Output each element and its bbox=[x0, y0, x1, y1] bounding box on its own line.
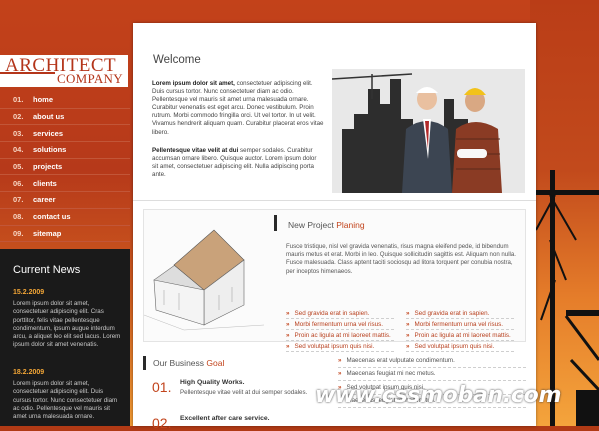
welcome-paragraph-2: Pellentesque vitae velit at dui semper s… bbox=[152, 147, 324, 179]
new-project-text: Fusce tristique, nisl vel gravida venena… bbox=[286, 243, 516, 275]
welcome-p1-text: consectetuer adipiscing elit. Duis cursu… bbox=[152, 80, 324, 136]
menu-item-solutions[interactable]: 04. solutions bbox=[0, 142, 130, 159]
business-goal-title: Our Business Goal bbox=[153, 358, 224, 368]
menu-item-services[interactable]: 03. services bbox=[0, 125, 130, 143]
hero-image-engineers bbox=[332, 69, 525, 193]
divider bbox=[133, 200, 536, 201]
watermark: www.cssmoban.com bbox=[315, 383, 561, 408]
new-project-title-a: New Project bbox=[288, 220, 337, 230]
menu-item-career[interactable]: 07. career bbox=[0, 192, 130, 209]
goal-heading: High Quality Works. bbox=[180, 379, 245, 386]
main-menu: 01. home 02. about us 03. services 04. solut… bbox=[0, 92, 130, 243]
project-link[interactable]: Morbi fermentum urna vel risus. bbox=[286, 319, 394, 330]
menu-num: 02. bbox=[13, 112, 24, 122]
menu-item-about[interactable]: 02. about us bbox=[0, 109, 130, 126]
section-marker bbox=[143, 356, 146, 370]
goal-number: 01. bbox=[152, 379, 172, 395]
business-link[interactable]: Maecenas feugiat mi nec metus. bbox=[338, 368, 526, 381]
menu-num: 04. bbox=[13, 145, 24, 155]
logo[interactable]: ARCHITECT COMPANY bbox=[0, 55, 128, 87]
menu-item-sitemap[interactable]: 09. sitemap bbox=[0, 226, 130, 243]
project-link[interactable]: Sed volutpat ipsum quis nisi. bbox=[406, 341, 514, 352]
project-links-left: Sed gravida erat in sapien. Morbi fermen… bbox=[286, 308, 394, 352]
business-title-a: Our Business bbox=[153, 358, 207, 368]
main-content: Welcome Lorem ipsum dolor sit amet, cons… bbox=[133, 23, 536, 431]
news-date: 15.2.2009 bbox=[13, 289, 45, 296]
new-project-title: New Project Planing bbox=[288, 220, 365, 230]
welcome-p1-bold: Lorem ipsum dolor sit amet, bbox=[152, 80, 235, 87]
news-text: Lorem ipsum dolor sit amet, consectetuer… bbox=[13, 380, 118, 421]
welcome-p2-bold: Pellentesque vitae velit at dui bbox=[152, 147, 239, 154]
news-panel: Current News 15.2.2009 Lorem ipsum dolor… bbox=[0, 249, 130, 426]
news-date: 18.2.2009 bbox=[13, 369, 45, 376]
menu-label: about us bbox=[33, 112, 65, 122]
menu-num: 09. bbox=[13, 228, 24, 238]
new-project-section: New Project Planing Fusce tristique, nis… bbox=[143, 209, 526, 352]
logo-line2: COMPANY bbox=[57, 71, 123, 86]
project-links-right: Sed gravida erat in sapien. Morbi fermen… bbox=[406, 308, 514, 352]
menu-item-projects[interactable]: 05. projects bbox=[0, 159, 130, 176]
menu-label: solutions bbox=[33, 145, 67, 155]
project-link[interactable]: Sed volutpat ipsum quis nisi. bbox=[286, 341, 394, 352]
logo-divider bbox=[0, 72, 55, 74]
section-marker bbox=[274, 215, 277, 231]
project-link[interactable]: Morbi fermentum urna vel risus. bbox=[406, 319, 514, 330]
menu-num: 05. bbox=[13, 162, 24, 172]
menu-item-clients[interactable]: 06. clients bbox=[0, 175, 130, 193]
goal-number: 02. bbox=[152, 415, 172, 431]
new-project-title-b: Planing bbox=[336, 220, 365, 230]
business-title-b: Goal bbox=[206, 358, 225, 368]
menu-item-contact[interactable]: 08. contact us bbox=[0, 209, 130, 226]
menu-label: home bbox=[33, 95, 54, 105]
project-link[interactable]: Proin ac ligula at mi laoreet mattis. bbox=[286, 330, 394, 341]
sidebar: ARCHITECT COMPANY 01. home 02. about us 03… bbox=[0, 0, 130, 426]
business-link[interactable]: Maecenas erat vulputate condimentum. bbox=[338, 354, 526, 368]
menu-num: 06. bbox=[13, 178, 24, 188]
watermark-c: .com bbox=[502, 383, 562, 408]
goal-subtext: Pellentesque vitae velit at dui semper s… bbox=[180, 389, 308, 396]
menu-label: services bbox=[33, 128, 64, 138]
menu-item-home[interactable]: 01. home bbox=[0, 92, 130, 109]
watermark-a: www.css bbox=[315, 383, 421, 408]
house-cutaway-image bbox=[144, 229, 264, 331]
menu-label: clients bbox=[33, 178, 57, 188]
menu-num: 01. bbox=[13, 95, 24, 105]
menu-label: contact us bbox=[33, 212, 71, 222]
project-link[interactable]: Sed gravida erat in sapien. bbox=[406, 308, 514, 319]
news-title: Current News bbox=[13, 264, 81, 276]
news-text: Lorem ipsum dolor sit amet, consectetuer… bbox=[13, 300, 121, 349]
goal-heading: Excellent after care service. bbox=[180, 415, 270, 422]
menu-num: 07. bbox=[13, 195, 24, 205]
menu-num: 08. bbox=[13, 212, 24, 222]
menu-label: sitemap bbox=[33, 228, 62, 238]
project-link[interactable]: Sed gravida erat in sapien. bbox=[286, 308, 394, 319]
menu-num: 03. bbox=[13, 128, 24, 138]
welcome-paragraph-1: Lorem ipsum dolor sit amet, consectetuer… bbox=[152, 80, 324, 137]
menu-label: projects bbox=[33, 162, 63, 172]
menu-label: career bbox=[33, 195, 56, 205]
watermark-b: moban bbox=[420, 383, 503, 408]
project-link[interactable]: Proin ac ligula at mi laoreet mattis. bbox=[406, 330, 514, 341]
welcome-title: Welcome bbox=[153, 54, 201, 66]
